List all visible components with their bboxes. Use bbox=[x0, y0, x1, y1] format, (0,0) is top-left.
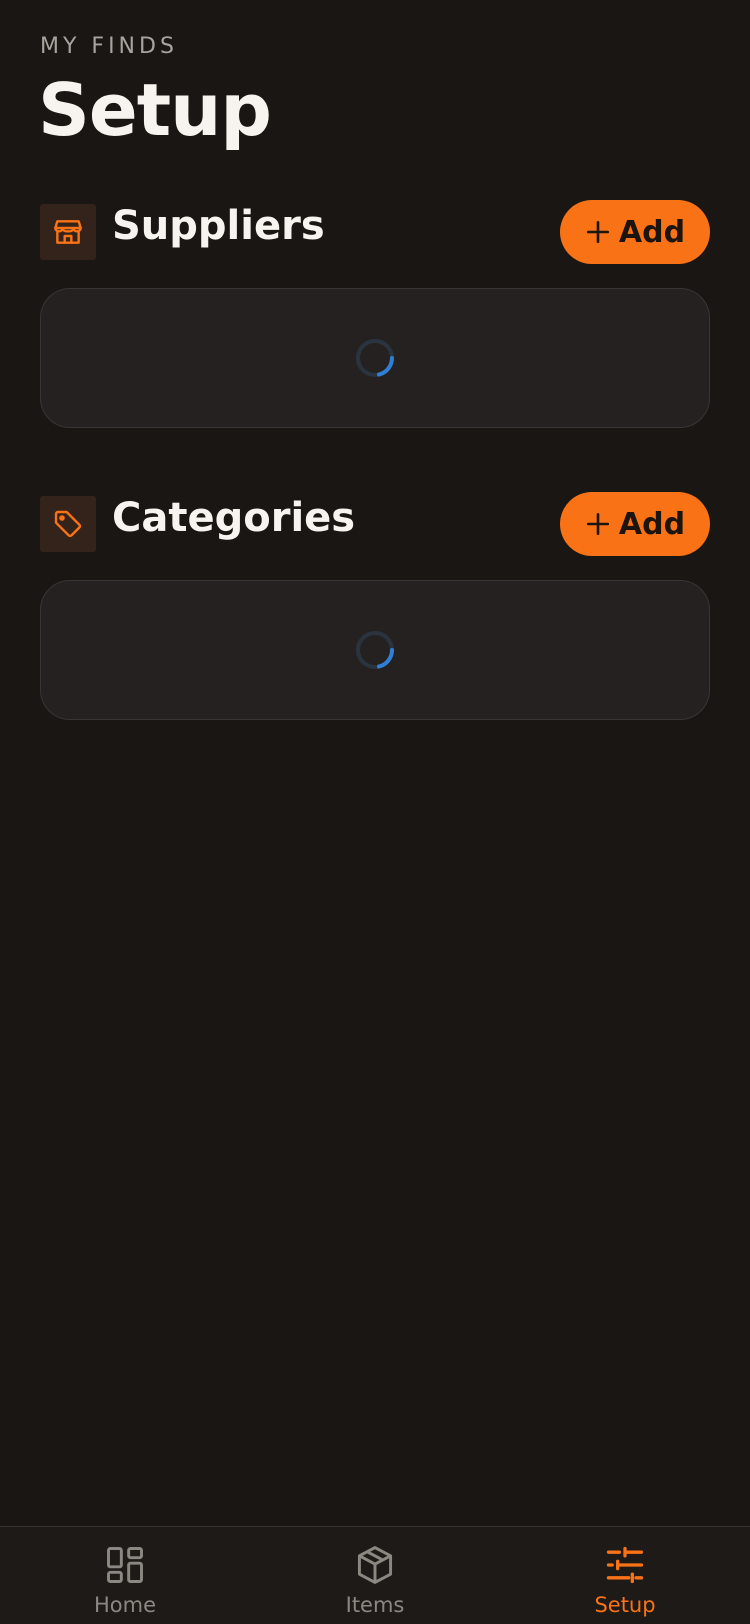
tab-home-label: Home bbox=[93, 1593, 156, 1617]
tab-home[interactable]: Home bbox=[0, 1527, 250, 1624]
tab-setup[interactable]: Setup bbox=[500, 1527, 750, 1624]
add-category-label: Add bbox=[618, 506, 686, 542]
loading-spinner-icon bbox=[356, 631, 394, 669]
add-category-button[interactable]: Add bbox=[560, 492, 710, 556]
suppliers-list-card bbox=[40, 288, 710, 428]
categories-section: Categories Add bbox=[40, 492, 710, 720]
tab-items-label: Items bbox=[345, 1593, 405, 1617]
sliders-icon bbox=[606, 1546, 644, 1584]
app-eyebrow: MY FINDS bbox=[40, 34, 178, 59]
setup-screen: MY FINDS Setup Suppliers Add Categories … bbox=[0, 0, 750, 1624]
categories-header: Categories Add bbox=[40, 492, 710, 556]
categories-title: Categories bbox=[112, 495, 356, 541]
categories-list-card bbox=[40, 580, 710, 720]
add-supplier-button[interactable]: Add bbox=[560, 200, 710, 264]
store-icon bbox=[40, 204, 96, 260]
loading-spinner-icon bbox=[356, 339, 394, 377]
plus-icon bbox=[585, 219, 611, 245]
suppliers-title: Suppliers bbox=[112, 203, 325, 249]
tab-setup-label: Setup bbox=[594, 1593, 656, 1617]
suppliers-header: Suppliers Add bbox=[40, 200, 710, 264]
grid-icon bbox=[107, 1547, 143, 1583]
tab-items[interactable]: Items bbox=[250, 1527, 500, 1624]
tag-icon bbox=[40, 496, 96, 552]
page-title: Setup bbox=[38, 68, 272, 152]
plus-icon bbox=[585, 511, 611, 537]
box-icon bbox=[357, 1546, 393, 1584]
bottom-tab-bar: Home Items Setup bbox=[0, 1526, 750, 1624]
suppliers-section: Suppliers Add bbox=[40, 200, 710, 428]
add-supplier-label: Add bbox=[618, 214, 686, 250]
